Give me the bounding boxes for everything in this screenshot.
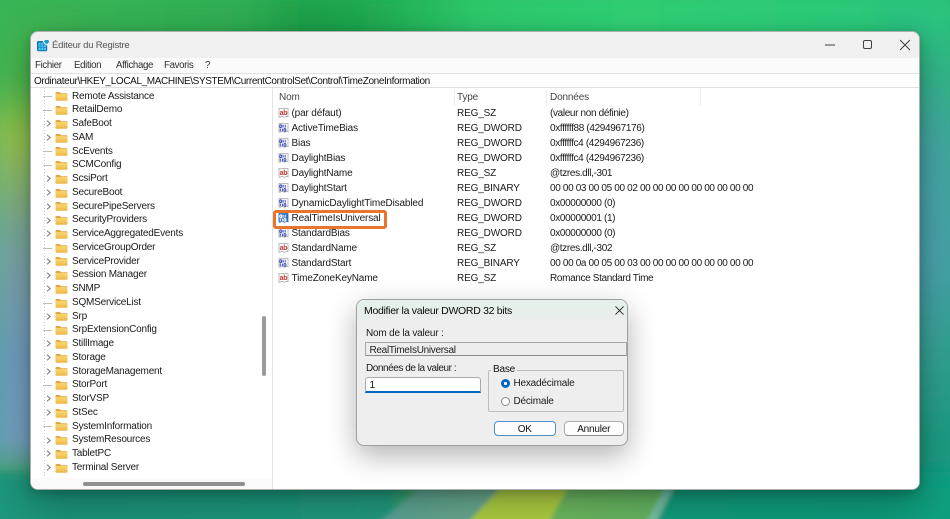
svg-text:ab: ab xyxy=(280,245,288,252)
svg-text:ab: ab xyxy=(280,170,288,177)
svg-text:ab: ab xyxy=(280,275,288,282)
svg-text:ab: ab xyxy=(280,110,288,117)
